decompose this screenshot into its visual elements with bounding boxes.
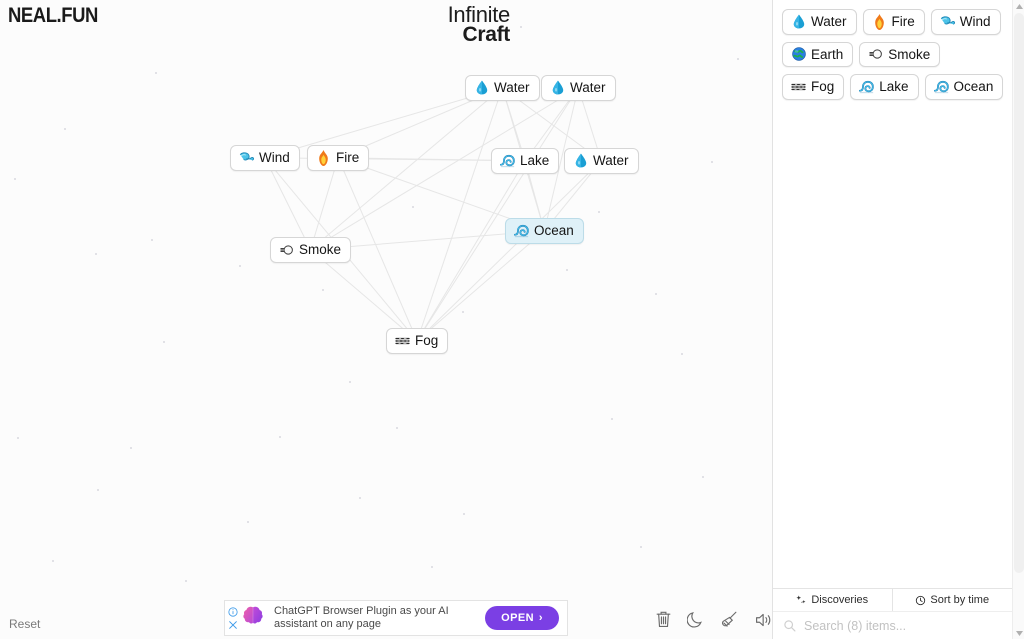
elements-sidebar: Water Fire Wind Earth Smoke Fog Lake Ocean Disc… [772, 0, 1012, 639]
search-icon [783, 619, 796, 632]
canvas-dot-background [0, 0, 772, 639]
element-chip-label: Water [593, 153, 629, 168]
element-chip-label: Wind [959, 14, 991, 29]
canvas-node-fire[interactable]: Fire [307, 145, 370, 171]
sparkle-icon [796, 594, 807, 606]
canvas-node-water[interactable]: Water [465, 75, 540, 101]
element-chip-label: Earth [811, 46, 844, 62]
sidebar-item-water[interactable]: Water [782, 9, 857, 35]
element-chip-label: Ocean [953, 79, 994, 95]
wind-icon [940, 14, 955, 29]
element-chip-label: Fire [891, 14, 915, 29]
wave-icon [859, 79, 875, 94]
ad-open-label: OPEN [501, 612, 534, 624]
element-chip-label: Lake [520, 153, 550, 168]
scroll-down-arrow[interactable] [1013, 627, 1024, 639]
wave-icon [933, 79, 949, 94]
element-chip-label: Water [570, 80, 606, 95]
water-drop-icon [474, 80, 489, 95]
ad-badges [226, 601, 240, 635]
sidebar-item-ocean[interactable]: Ocean [924, 74, 1004, 100]
water-drop-icon [550, 80, 565, 95]
canvas-node-smoke[interactable]: Smoke [270, 237, 352, 263]
tab-label: Discoveries [811, 594, 869, 606]
tab-discoveries[interactable]: Discoveries [773, 589, 893, 611]
chevron-right-icon: › [538, 612, 543, 624]
water-drop-icon [573, 153, 588, 168]
element-chip-label: Smoke [299, 242, 342, 257]
fire-icon [316, 149, 331, 166]
ad-text: ChatGPT Browser Plugin as your AI assist… [274, 605, 449, 630]
canvas-node-water[interactable]: Water [541, 75, 616, 101]
page-title-line2: Craft [462, 23, 510, 46]
element-chip-label: Fog [811, 79, 835, 95]
sidebar-item-earth[interactable]: Earth [782, 41, 854, 68]
fog-icon [791, 79, 806, 94]
fire-icon [872, 13, 887, 30]
element-chip-label: Smoke [888, 46, 931, 62]
element-chip-label: Water [494, 80, 530, 95]
canvas-node-ocean[interactable]: Ocean [505, 218, 584, 244]
tab-sort-by-time[interactable]: Sort by time [893, 589, 1013, 611]
canvas-node-wind[interactable]: Wind [230, 145, 300, 171]
reset-button[interactable]: Reset [9, 617, 40, 631]
smoke-icon [279, 242, 294, 257]
water-drop-icon [791, 14, 806, 29]
moon-icon[interactable] [687, 610, 705, 629]
ad-info-icon[interactable] [228, 606, 238, 617]
sidebar-item-fog[interactable]: Fog [782, 74, 845, 100]
node-link-lines [264, 87, 602, 342]
ad-banner[interactable]: ChatGPT Browser Plugin as your AI assist… [224, 600, 568, 636]
element-chip-label: Fire [336, 150, 360, 165]
sidebar-tabs: Discoveries Sort by time [773, 589, 1012, 611]
sidebar-item-smoke[interactable]: Smoke [859, 41, 941, 68]
earth-icon [791, 47, 806, 62]
wave-icon [500, 153, 515, 168]
crafting-canvas[interactable]: NEAL.FUN Infinite Craft Reset Water Water… [0, 0, 772, 639]
element-chip-label: Lake [879, 79, 909, 95]
search-input[interactable] [802, 617, 1004, 634]
neal-fun-logo[interactable]: NEAL.FUN [8, 4, 98, 28]
ad-close-icon[interactable] [228, 620, 238, 630]
sound-icon[interactable] [754, 611, 773, 629]
canvas-toolbar [655, 610, 773, 629]
element-chip-label: Ocean [534, 223, 574, 238]
ad-open-button[interactable]: OPEN › [485, 606, 559, 630]
element-chip-label: Wind [259, 150, 290, 165]
page-title: Infinite Craft [448, 4, 511, 46]
element-chip-label: Fog [415, 333, 439, 348]
sidebar-item-list: Water Fire Wind Earth Smoke Fog Lake Ocean [773, 0, 1012, 104]
sidebar-item-lake[interactable]: Lake [850, 74, 919, 100]
canvas-node-water[interactable]: Water [564, 148, 639, 174]
canvas-node-lake[interactable]: Lake [491, 148, 560, 174]
sidebar-item-fire[interactable]: Fire [862, 9, 925, 35]
wind-icon [239, 150, 254, 165]
canvas-node-fog[interactable]: Fog [386, 328, 449, 354]
wave-icon [514, 223, 529, 238]
smoke-icon [868, 47, 883, 62]
trash-icon[interactable] [655, 610, 672, 629]
fog-icon [395, 333, 410, 348]
broom-icon[interactable] [720, 610, 739, 629]
scrollbar-thumb[interactable] [1014, 13, 1024, 573]
ad-brain-logo [241, 604, 265, 633]
page-scrollbar[interactable] [1012, 0, 1024, 639]
element-chip-label: Water [811, 14, 847, 29]
sidebar-footer: Discoveries Sort by time [773, 588, 1012, 639]
search-row[interactable] [773, 611, 1012, 639]
sidebar-item-wind[interactable]: Wind [930, 9, 1001, 35]
infinite-craft-app: NEAL.FUN Infinite Craft Reset Water Water… [0, 0, 1024, 639]
clock-icon [915, 595, 926, 606]
tab-label: Sort by time [930, 594, 990, 606]
scroll-up-arrow[interactable] [1013, 0, 1024, 12]
